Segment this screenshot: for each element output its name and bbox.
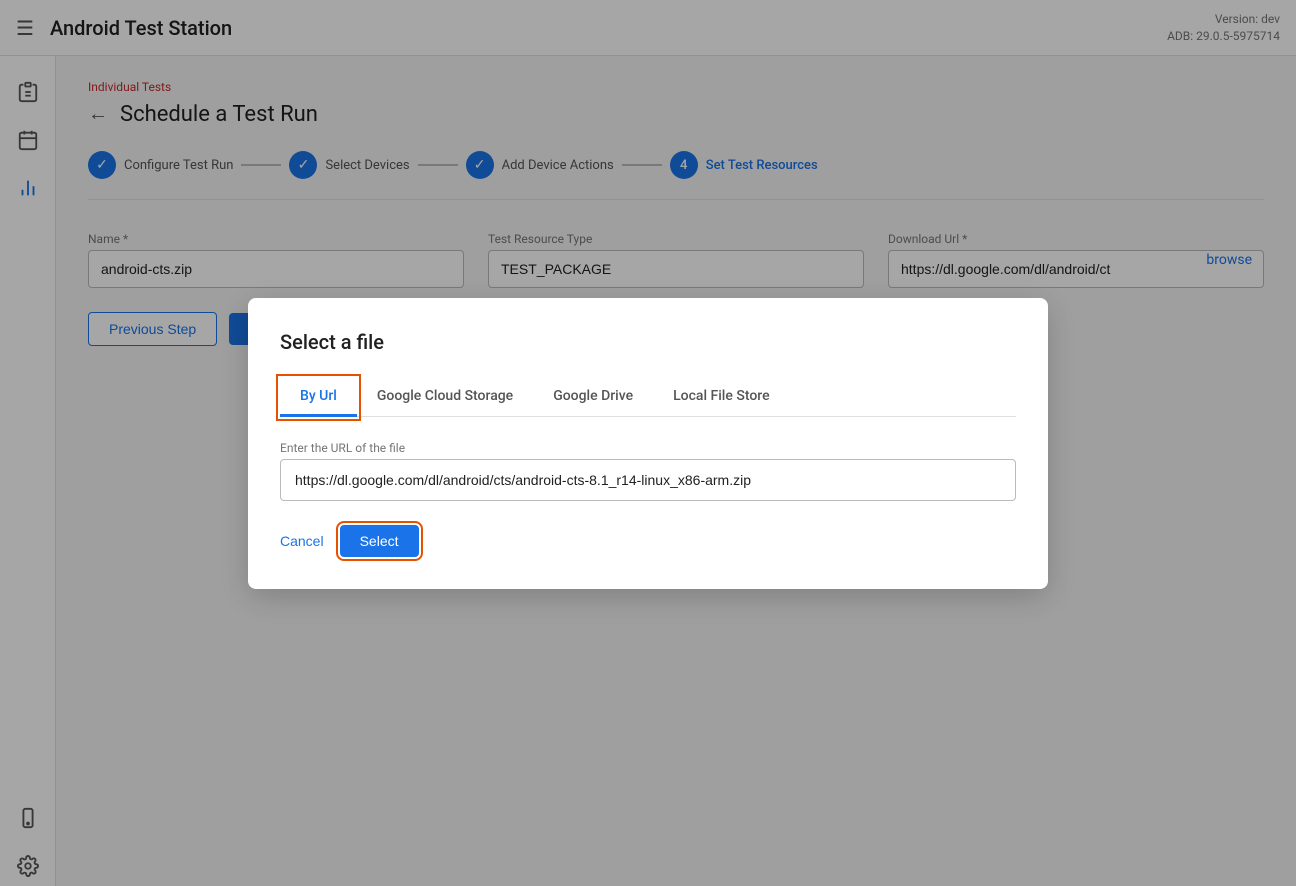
dialog-select-button[interactable]: Select — [340, 525, 419, 557]
modal-overlay[interactable]: Select a file By Url Google Cloud Storag… — [0, 0, 1296, 886]
dialog: Select a file By Url Google Cloud Storag… — [248, 298, 1048, 589]
tab-local-file-store[interactable]: Local File Store — [653, 378, 789, 417]
url-field-input[interactable] — [280, 459, 1016, 501]
url-field-wrapper: Enter the URL of the file — [280, 441, 1016, 501]
url-field-label: Enter the URL of the file — [280, 441, 1016, 455]
tab-google-cloud-storage[interactable]: Google Cloud Storage — [357, 378, 533, 417]
tab-by-url[interactable]: By Url — [280, 378, 357, 417]
tab-google-drive[interactable]: Google Drive — [533, 378, 653, 417]
dialog-title: Select a file — [280, 330, 1016, 354]
dialog-tabs: By Url Google Cloud Storage Google Drive… — [280, 378, 1016, 417]
dialog-button-row: Cancel Select — [280, 525, 1016, 557]
dialog-cancel-button[interactable]: Cancel — [280, 533, 324, 549]
